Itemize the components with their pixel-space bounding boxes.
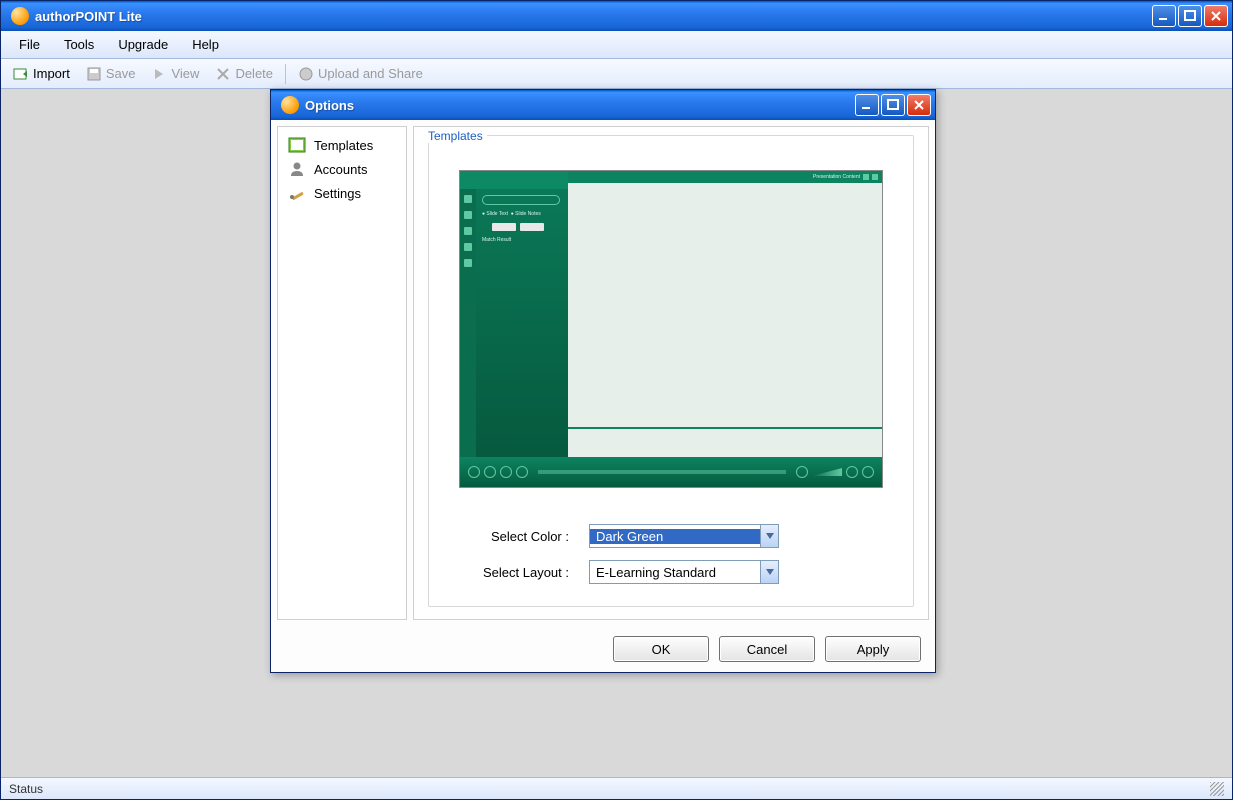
sidebar-item-accounts[interactable]: Accounts [278,157,406,181]
dialog-titlebar: Options [271,90,935,120]
minimize-button[interactable] [1152,5,1176,27]
layout-row: Select Layout : E-Learning Standard [449,560,893,584]
layout-combobox[interactable]: E-Learning Standard [589,560,779,584]
view-label: View [171,66,199,81]
import-icon [13,66,29,82]
maximize-button[interactable] [1178,5,1202,27]
layout-value: E-Learning Standard [590,565,760,580]
dialog-content-inner: ● Slide Text ● Slide Notes Match Result … [428,135,914,607]
sidebar-accounts-label: Accounts [314,162,367,177]
sidebar-templates-label: Templates [314,138,373,153]
delete-label: Delete [235,66,273,81]
app-title: authorPOINT Lite [35,9,142,24]
toolbar-separator [285,64,286,84]
main-window: authorPOINT Lite File Tools Upgrade Help… [0,0,1233,800]
menubar: File Tools Upgrade Help [1,31,1232,59]
delete-icon [215,66,231,82]
dialog-content: Templates ● Slide Text ● Slide Notes Mat… [413,126,929,620]
toolbar: Import Save View Delete Upload and Share [1,59,1232,89]
dialog-maximize-button[interactable] [881,94,905,116]
color-label: Select Color : [449,529,589,544]
import-label: Import [33,66,70,81]
templates-icon [288,137,306,153]
upload-label: Upload and Share [318,66,423,81]
dialog-close-button[interactable] [907,94,931,116]
chevron-down-icon [760,525,778,547]
section-title: Templates [424,129,487,143]
app-icon [11,7,29,25]
delete-button: Delete [207,64,281,84]
main-titlebar: authorPOINT Lite [1,1,1232,31]
dialog-minimize-button[interactable] [855,94,879,116]
globe-icon [298,66,314,82]
dialog-body: Templates Accounts Settings Templates [271,120,935,626]
view-button: View [143,64,207,84]
dialog-title: Options [305,98,354,113]
cancel-button[interactable]: Cancel [719,636,815,662]
color-row: Select Color : Dark Green [449,524,893,548]
template-preview: ● Slide Text ● Slide Notes Match Result … [459,170,883,488]
dialog-icon [281,96,299,114]
upload-button: Upload and Share [290,64,431,84]
play-icon [151,66,167,82]
menu-tools[interactable]: Tools [52,34,106,55]
sidebar-settings-label: Settings [314,186,361,201]
menu-file[interactable]: File [7,34,52,55]
status-text: Status [9,782,43,796]
sidebar-item-settings[interactable]: Settings [278,181,406,205]
save-icon [86,66,102,82]
color-value: Dark Green [590,529,760,544]
options-dialog: Options Templates Accounts [270,89,936,673]
layout-label: Select Layout : [449,565,589,580]
close-button[interactable] [1204,5,1228,27]
dialog-button-row: OK Cancel Apply [271,626,935,672]
color-combobox[interactable]: Dark Green [589,524,779,548]
ok-button[interactable]: OK [613,636,709,662]
import-button[interactable]: Import [5,64,78,84]
resize-grip[interactable] [1210,782,1224,796]
apply-button[interactable]: Apply [825,636,921,662]
statusbar: Status [1,777,1232,799]
sidebar-item-templates[interactable]: Templates [278,133,406,157]
save-button: Save [78,64,144,84]
main-area: Options Templates Accounts [1,89,1232,777]
chevron-down-icon [760,561,778,583]
dialog-sidebar: Templates Accounts Settings [277,126,407,620]
settings-icon [288,185,306,201]
menu-upgrade[interactable]: Upgrade [106,34,180,55]
save-label: Save [106,66,136,81]
accounts-icon [288,161,306,177]
menu-help[interactable]: Help [180,34,231,55]
